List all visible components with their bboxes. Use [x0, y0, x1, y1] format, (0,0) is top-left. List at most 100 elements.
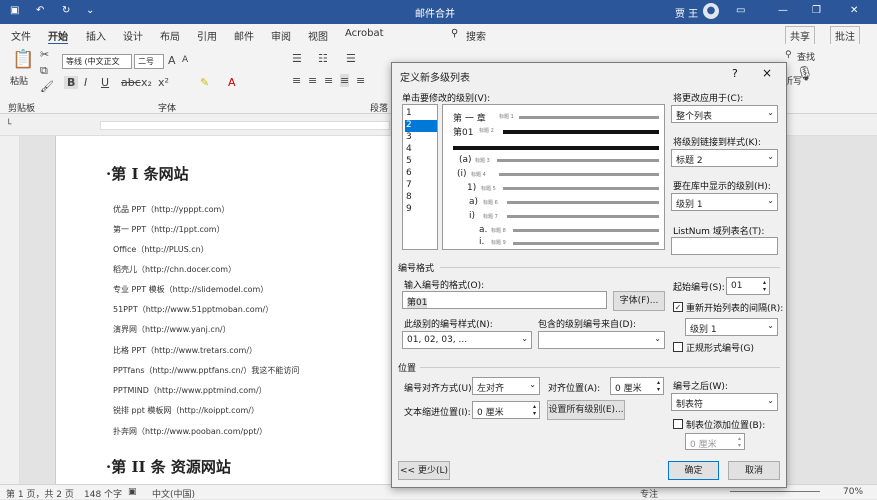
doc-line[interactable]: PPTMIND（http://www.pptmind.com/）: [113, 385, 267, 396]
tab-review[interactable]: 审阅: [271, 28, 291, 43]
subscript-icon[interactable]: x₂: [141, 76, 152, 89]
level-item[interactable]: 4: [405, 144, 437, 156]
level-item[interactable]: 1: [405, 108, 437, 120]
copy-icon[interactable]: ⧉: [40, 64, 48, 78]
level-item[interactable]: 6: [405, 168, 437, 180]
find-icon[interactable]: ⚲: [785, 50, 792, 60]
heading-2[interactable]: ·第 II 条 资源网站: [106, 456, 231, 477]
level-item[interactable]: 9: [405, 204, 437, 216]
include-level-select[interactable]: ⌄: [538, 331, 665, 349]
align-left-icon[interactable]: ≡: [292, 74, 301, 87]
doc-line[interactable]: 优品 PPT（http://ypppt.com）: [113, 204, 229, 215]
font-name-select[interactable]: 等线 (中文正文: [62, 54, 132, 69]
tab-view[interactable]: 视图: [308, 28, 328, 43]
level-item-selected[interactable]: 2: [405, 120, 437, 132]
tab-selector-icon[interactable]: └: [6, 120, 11, 130]
heading-1[interactable]: ·第 I 条网站: [106, 163, 189, 184]
doc-line[interactable]: Office（http://PLUS.cn）: [113, 244, 209, 255]
language[interactable]: 中文(中国): [152, 487, 195, 500]
align-center-icon[interactable]: ≡: [308, 74, 317, 87]
grow-font-icon[interactable]: A: [168, 54, 176, 67]
justify-icon[interactable]: ≡: [340, 74, 350, 87]
redo-icon[interactable]: ↻: [62, 5, 70, 16]
italic-icon[interactable]: I: [84, 76, 87, 89]
tab-home[interactable]: 开始: [48, 28, 68, 45]
set-all-levels-button[interactable]: 设置所有级别(E)...: [547, 400, 625, 420]
doc-line[interactable]: 51PPT（http://www.51pptmoban.com/）: [113, 304, 273, 315]
tab-design[interactable]: 设计: [123, 28, 143, 43]
listnum-input[interactable]: [671, 237, 778, 255]
tab-insert[interactable]: 插入: [86, 28, 106, 43]
doc-line[interactable]: 演界网（http://www.yanj.cn/）: [113, 324, 231, 335]
doc-line[interactable]: 第一 PPT（http://1ppt.com）: [113, 224, 225, 235]
doc-line[interactable]: 扑奔网（http://www.pooban.com/ppt/）: [113, 426, 267, 437]
word-count[interactable]: 148 个字: [84, 487, 122, 500]
restart-checkbox[interactable]: ✓: [673, 302, 683, 312]
tab-mailings[interactable]: 邮件: [234, 28, 254, 43]
focus-mode[interactable]: 专注: [640, 487, 658, 500]
paste-icon[interactable]: 📋: [12, 49, 34, 70]
indent-spinner[interactable]: 0 厘米 ▴ ▾: [472, 401, 540, 419]
legal-checkbox[interactable]: [673, 342, 683, 352]
spinner-arrows-icon[interactable]: ▴ ▾: [533, 403, 536, 417]
undo-icon[interactable]: ↶: [36, 5, 44, 16]
share-button[interactable]: 共享: [785, 26, 815, 45]
link-style-select[interactable]: 标题 2 ⌄: [671, 149, 778, 167]
restart-select[interactable]: 级别 1 ⌄: [685, 318, 778, 336]
format-painter-icon[interactable]: 🖌: [40, 80, 54, 93]
dialog-close-button[interactable]: ×: [762, 66, 772, 80]
font-color-icon[interactable]: A: [228, 76, 236, 89]
less-button[interactable]: << 更少(L): [398, 461, 450, 480]
save-icon[interactable]: ▣: [10, 5, 19, 16]
zoom-level[interactable]: 70%: [843, 487, 863, 497]
strikethrough-icon[interactable]: abc: [121, 76, 141, 89]
alignment-select[interactable]: 左对齐 ⌄: [472, 377, 540, 395]
doc-line[interactable]: 稻壳儿（http://chn.docer.com）: [113, 264, 236, 275]
tab-references[interactable]: 引用: [197, 28, 217, 43]
multilevel-list-icon[interactable]: ☰: [346, 52, 356, 65]
find-label[interactable]: 查找: [797, 50, 815, 63]
shrink-font-icon[interactable]: A: [182, 55, 188, 65]
follow-select[interactable]: 制表符 ⌄: [671, 393, 778, 411]
level-item[interactable]: 3: [405, 132, 437, 144]
gallery-level-select[interactable]: 级别 1 ⌄: [671, 193, 778, 211]
numbering-icon[interactable]: ☷: [318, 52, 328, 65]
help-button[interactable]: ?: [732, 67, 738, 80]
doc-line[interactable]: 锐排 ppt 模板网（http://koippt.com/）: [113, 405, 259, 416]
highlight-icon[interactable]: ✎: [200, 76, 209, 89]
underline-icon[interactable]: U: [101, 76, 109, 89]
user-icon[interactable]: ●: [703, 3, 719, 19]
spinner-arrows-icon[interactable]: ▴ ▾: [763, 279, 766, 293]
font-size-select[interactable]: 二号: [134, 54, 164, 69]
tab-file[interactable]: 文件: [11, 28, 31, 43]
paste-label[interactable]: 粘贴: [10, 74, 28, 87]
cancel-button[interactable]: 取消: [728, 461, 780, 480]
quick-access-icon[interactable]: ⌄: [86, 5, 94, 16]
ok-button[interactable]: 确定: [668, 461, 719, 480]
proofing-icon[interactable]: ▣: [128, 487, 137, 497]
ribbon-display-icon[interactable]: ▭: [736, 5, 745, 16]
cut-icon[interactable]: ✂: [40, 48, 49, 61]
doc-line[interactable]: 专业 PPT 模板（http://slidemodel.com）: [113, 284, 268, 295]
bullets-icon[interactable]: ☰: [292, 52, 302, 65]
doc-line[interactable]: PPTfans（http://www.pptfans.cn/）我这不能访问: [113, 365, 299, 376]
font-button[interactable]: 字体(F)...: [613, 291, 665, 311]
doc-line[interactable]: 比格 PPT（http://www.tretars.com/）: [113, 345, 257, 356]
level-listbox[interactable]: 1 2 3 4 5 6 7 8 9: [402, 104, 438, 250]
number-style-select[interactable]: 01, 02, 03, ... ⌄: [402, 331, 532, 349]
level-item[interactable]: 7: [405, 180, 437, 192]
tab-acrobat[interactable]: Acrobat: [345, 28, 384, 39]
tab-stop-checkbox[interactable]: [673, 419, 683, 429]
tab-search[interactable]: 搜索: [466, 28, 486, 43]
page-count[interactable]: 第 1 页，共 2 页: [6, 487, 74, 500]
vertical-ruler[interactable]: [0, 136, 20, 484]
minimize-icon[interactable]: —: [778, 5, 788, 16]
align-right-icon[interactable]: ≡: [324, 74, 333, 87]
tab-layout[interactable]: 布局: [160, 28, 180, 43]
spinner-arrows-icon[interactable]: ▴ ▾: [657, 379, 660, 393]
zoom-slider[interactable]: [730, 491, 820, 492]
comment-button[interactable]: 批注: [830, 26, 860, 45]
level-item[interactable]: 5: [405, 156, 437, 168]
superscript-icon[interactable]: x²: [158, 76, 169, 89]
enter-format-input[interactable]: 第01: [402, 291, 607, 309]
